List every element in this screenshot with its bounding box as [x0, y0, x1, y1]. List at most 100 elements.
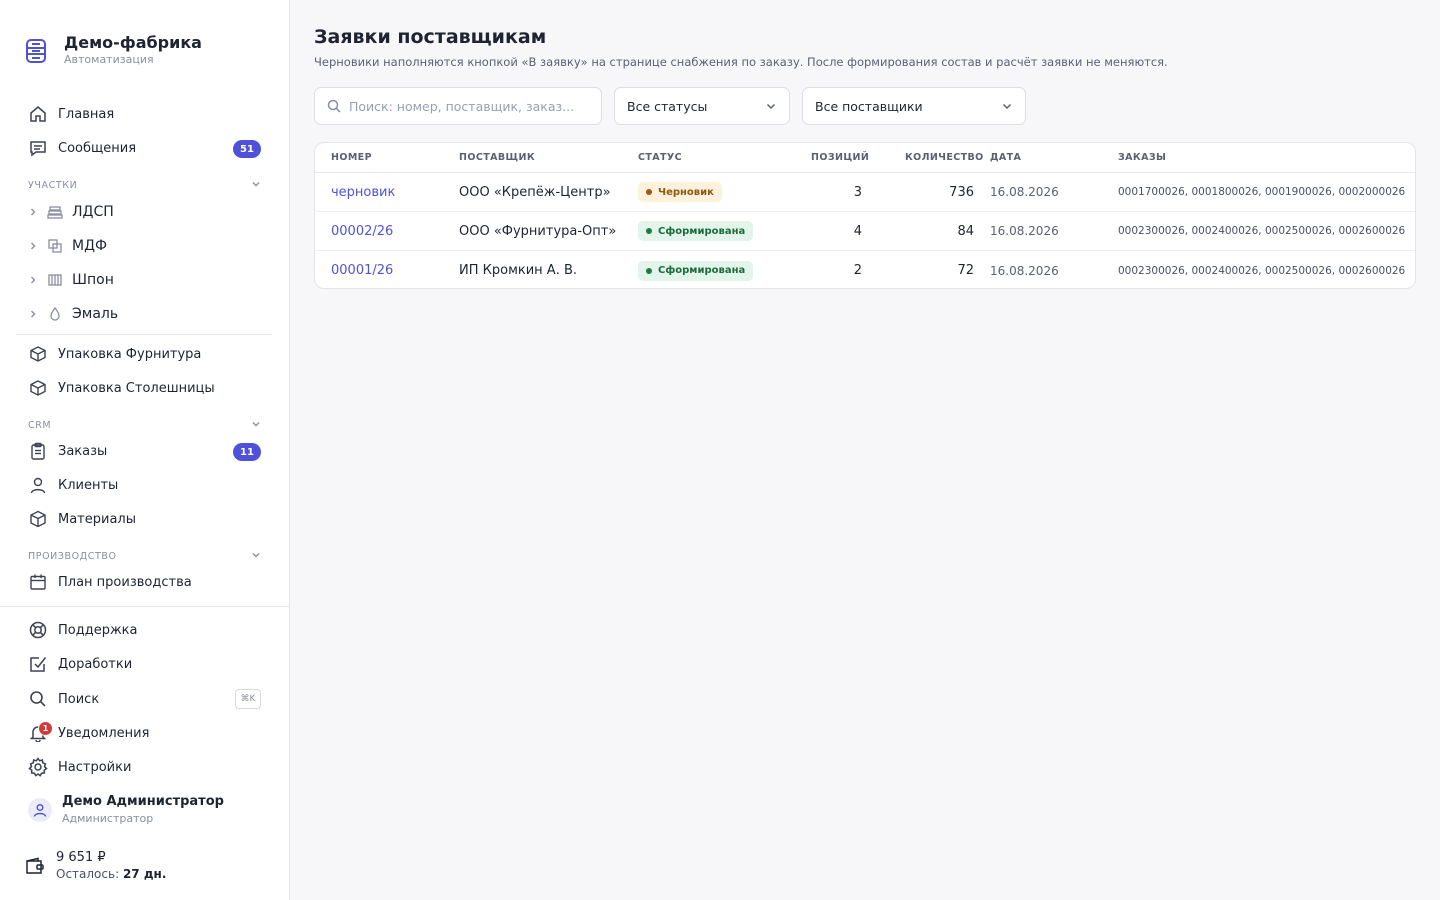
column-header-quantity[interactable]: КОЛИЧЕСТВО [905, 152, 984, 163]
sidebar-item-packing-tops[interactable]: Упаковка Столешницы [16, 373, 274, 403]
sidebar-item-improvements[interactable]: Доработки [16, 649, 274, 679]
table-row[interactable]: 00001/26 ИП Кромкин А. В. Сформирована 2… [315, 251, 1415, 288]
checkbox-edit-icon [28, 654, 48, 674]
sidebar-item-label: Материалы [58, 511, 136, 527]
supplier-filter-select[interactable]: Все поставщики [802, 87, 1026, 125]
column-header-status[interactable]: СТАТУС [638, 152, 682, 163]
sidebar-item-home[interactable]: Главная [16, 99, 274, 129]
chevron-right-icon[interactable] [26, 273, 40, 287]
cube-icon [28, 509, 48, 529]
section-label: УЧАСТКИ [28, 180, 78, 191]
search-shortcut-hint: ⌘K [235, 689, 261, 709]
chevron-down-icon[interactable] [250, 418, 262, 433]
status-badge: Черновик [638, 182, 722, 202]
bell-icon: 1 [28, 721, 53, 743]
status-cell: Черновик [638, 173, 722, 211]
section-crm[interactable]: CRM [28, 418, 262, 433]
clipboard-icon [28, 441, 48, 461]
sidebar-item-settings[interactable]: Настройки [16, 752, 274, 782]
request-date: 16.08.2026 [990, 224, 1059, 238]
user-role: Администратор [62, 812, 154, 825]
sidebar-item-support[interactable]: Поддержка [16, 615, 274, 645]
sidebar-item-enamel[interactable]: Эмаль [16, 299, 274, 329]
related-orders: 0002300026, 0002400026, 0002500026, 0002… [1118, 264, 1406, 277]
column-header-positions[interactable]: ПОЗИЦИЙ [811, 152, 869, 163]
status-dot [646, 267, 652, 274]
box-icon [28, 344, 48, 364]
positions-count: 4 [853, 223, 862, 239]
sidebar-item-label: Настройки [58, 759, 132, 775]
sidebar-item-label: Уведомления [58, 725, 150, 741]
supplier-filter-value: Все поставщики [815, 98, 923, 114]
sidebar-item-label: Эмаль [72, 306, 119, 322]
status-dot [646, 189, 652, 195]
home-icon [28, 104, 48, 124]
request-number-link[interactable]: черновик [331, 173, 395, 211]
sidebar-item-production-plan[interactable]: План производства [16, 567, 274, 597]
chevron-right-icon[interactable] [26, 307, 40, 321]
sidebar-item-search[interactable]: Поиск ⌘K [16, 684, 274, 714]
table-row[interactable]: 00002/26 ООО «Фурнитура-Опт» Сформирован… [315, 212, 1415, 251]
section-areas[interactable]: УЧАСТКИ [28, 178, 262, 193]
notification-count-badge: 1 [38, 721, 53, 736]
sidebar-divider [0, 606, 290, 607]
section-production[interactable]: ПРОИЗВОДСТВО [28, 549, 262, 564]
positions-count: 3 [853, 184, 862, 200]
balance-widget[interactable]: 9 651 ₽ Осталось: 27 дн. [24, 850, 166, 881]
request-number-link[interactable]: 00002/26 [331, 212, 393, 250]
section-label: ПРОИЗВОДСТВО [28, 551, 117, 562]
related-orders: 0002300026, 0002400026, 0002500026, 0002… [1118, 225, 1406, 237]
status-filter-select[interactable]: Все статусы [614, 87, 790, 125]
sidebar-item-packing-fittings[interactable]: Упаковка Фурнитура [16, 339, 274, 369]
calendar-icon [28, 572, 48, 592]
column-header-supplier[interactable]: ПОСТАВЩИК [459, 152, 535, 163]
box-icon [28, 378, 48, 398]
column-header-date[interactable]: ДАТА [990, 152, 1021, 163]
sidebar-item-notifications[interactable]: 1 Уведомления [16, 718, 274, 748]
table-header: НОМЕР ПОСТАВЩИК СТАТУС ПОЗИЦИЙ КОЛИЧЕСТВ… [315, 143, 1415, 173]
status-dot [646, 228, 652, 234]
sidebar-item-mdf[interactable]: МДФ [16, 231, 274, 261]
brand-subtitle: Автоматизация [64, 53, 154, 66]
sidebar-item-label: Поиск [58, 691, 100, 707]
chevron-right-icon[interactable] [26, 239, 40, 253]
user-profile[interactable]: Демо Администратор Администратор [28, 794, 224, 825]
sidebar-item-label: Клиенты [58, 477, 119, 493]
supplier-name: ИП Кромкин А. В. [459, 263, 578, 278]
request-number-link[interactable]: 00001/26 [331, 251, 393, 288]
supplier-name: ООО «Крепёж-Центр» [459, 184, 611, 200]
quantity-value: 84 [957, 223, 974, 239]
sidebar-divider [16, 334, 272, 335]
chevron-down-icon[interactable] [250, 549, 262, 564]
sidebar-item-label: Упаковка Фурнитура [58, 346, 202, 362]
search-box[interactable] [314, 87, 602, 125]
sidebar-item-veneer[interactable]: Шпон [16, 265, 274, 295]
orders-count-badge: 11 [233, 443, 261, 461]
sidebar-item-ldsp[interactable]: ЛДСП [16, 197, 274, 227]
brand[interactable]: Демо-фабрика Автоматизация [24, 34, 202, 67]
sidebar-item-label: Поддержка [58, 622, 138, 638]
search-input[interactable] [349, 98, 579, 114]
chevron-down-icon [1001, 100, 1013, 112]
status-label: Черновик [658, 186, 714, 198]
wallet-icon [24, 855, 46, 877]
server-stack-icon [24, 37, 48, 65]
column-header-number[interactable]: НОМЕР [331, 152, 372, 163]
chevron-down-icon [765, 100, 777, 112]
sidebar-item-clients[interactable]: Клиенты [16, 470, 274, 500]
status-cell: Сформирована [638, 212, 754, 250]
chevron-down-icon[interactable] [250, 178, 262, 193]
sidebar-item-messages[interactable]: Сообщения 51 [16, 133, 274, 163]
column-header-orders[interactable]: ЗАКАЗЫ [1118, 152, 1166, 163]
messages-count-badge: 51 [233, 140, 261, 158]
sidebar-item-label: Шпон [72, 272, 114, 288]
request-date: 16.08.2026 [990, 263, 1059, 278]
chevron-right-icon[interactable] [26, 205, 40, 219]
search-icon [327, 99, 341, 113]
avatar [28, 797, 52, 822]
supplier-requests-table: НОМЕР ПОСТАВЩИК СТАТУС ПОЗИЦИЙ КОЛИЧЕСТВ… [314, 142, 1416, 289]
status-label: Сформирована [658, 225, 746, 237]
table-row[interactable]: черновик ООО «Крепёж-Центр» Черновик 3 7… [315, 173, 1415, 212]
sidebar-item-orders[interactable]: Заказы 11 [16, 436, 274, 466]
sidebar-item-materials[interactable]: Материалы [16, 504, 274, 534]
